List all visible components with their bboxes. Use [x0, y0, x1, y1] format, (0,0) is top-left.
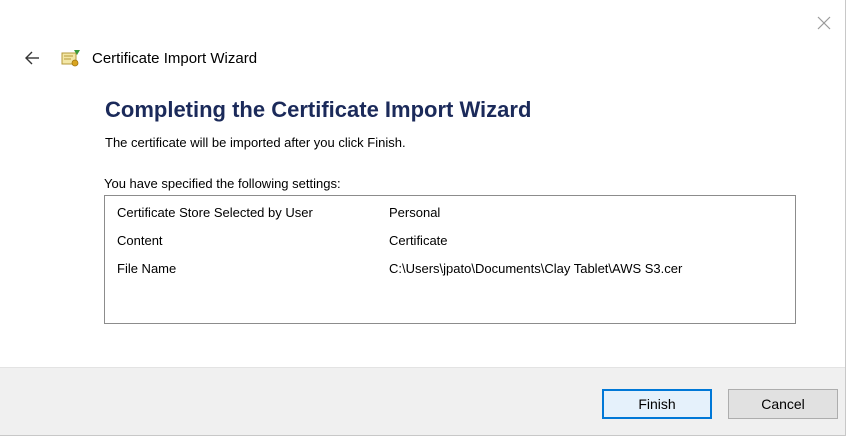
settings-summary-box: Certificate Store Selected by User Perso…	[104, 195, 796, 324]
setting-key: File Name	[117, 261, 177, 276]
back-button[interactable]	[18, 44, 46, 72]
close-icon	[817, 16, 831, 30]
setting-value: C:\Users\jpato\Documents\Clay Tablet\AWS…	[389, 261, 683, 276]
page-description: The certificate will be imported after y…	[105, 135, 406, 150]
certificate-import-wizard-dialog: Certificate Import Wizard Completing the…	[0, 0, 846, 436]
button-bar: Finish Cancel	[0, 367, 845, 435]
page-heading: Completing the Certificate Import Wizard	[105, 97, 532, 122]
close-button[interactable]	[809, 8, 839, 38]
setting-value: Certificate	[389, 233, 448, 248]
settings-row: Certificate Store Selected by User Perso…	[117, 205, 440, 220]
title-bar: Certificate Import Wizard	[18, 44, 257, 72]
setting-key: Content	[117, 233, 163, 248]
back-arrow-icon	[25, 51, 39, 65]
setting-value: Personal	[389, 205, 441, 220]
settings-row: Content Certificate	[117, 233, 448, 248]
finish-button[interactable]: Finish	[602, 389, 712, 419]
certificate-icon	[61, 50, 80, 67]
settings-label: You have specified the following setting…	[104, 176, 341, 191]
settings-row: File Name C:\Users\jpato\Documents\Clay …	[117, 261, 682, 276]
window-title: Certificate Import Wizard	[92, 49, 258, 67]
setting-key: Certificate Store Selected by User	[117, 205, 313, 220]
cancel-button[interactable]: Cancel	[728, 389, 838, 419]
